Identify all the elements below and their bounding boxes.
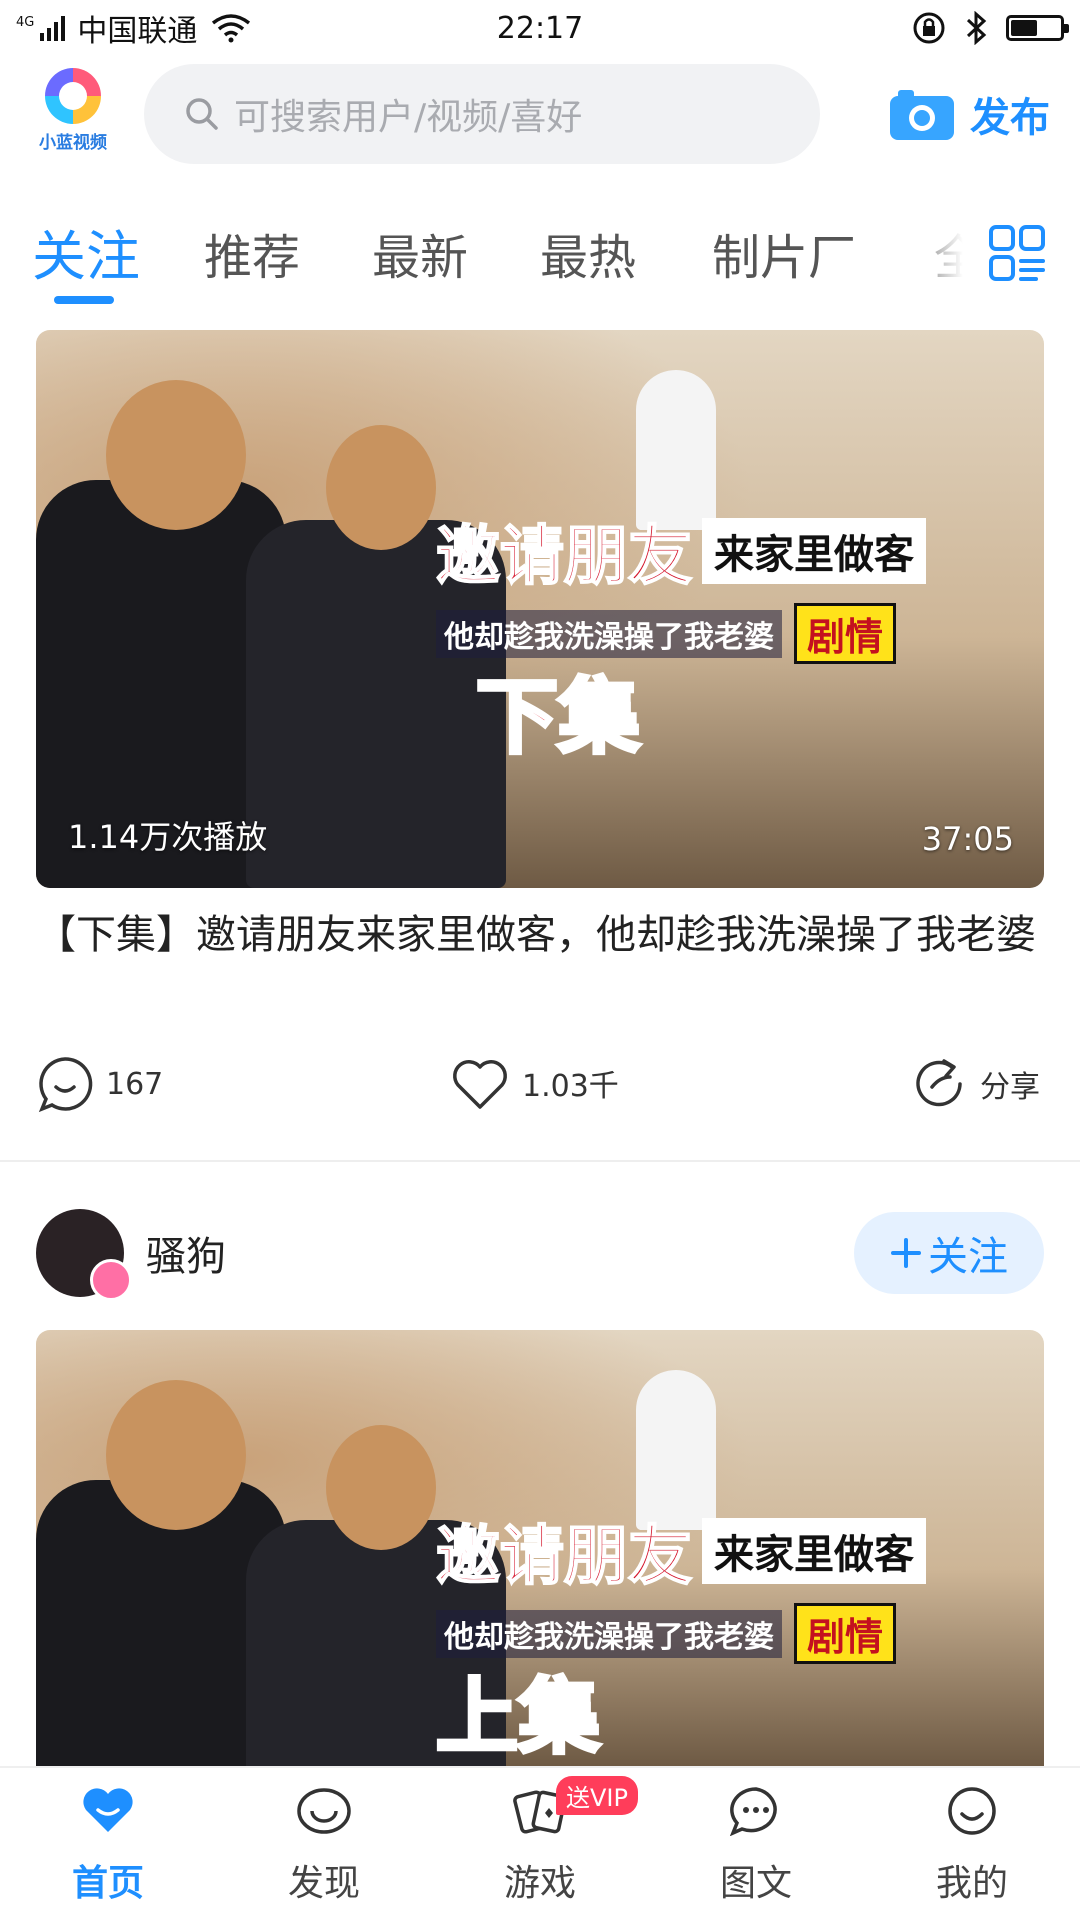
banner-title-box: 来家里做客 bbox=[702, 1518, 926, 1584]
banner-part: 上集 bbox=[434, 1668, 602, 1766]
status-right bbox=[912, 11, 1069, 45]
nav-home[interactable]: 首页 bbox=[38, 1786, 178, 1906]
smile-icon bbox=[948, 1787, 996, 1835]
card-divider bbox=[0, 1160, 1080, 1162]
app-logo[interactable]: 小蓝视频 bbox=[30, 68, 116, 160]
active-tab-indicator bbox=[54, 296, 114, 304]
search-icon bbox=[186, 98, 218, 130]
bottom-nav: 首页 发现 送VIP 游戏 图文 我的 bbox=[0, 1766, 1080, 1920]
plus-icon bbox=[891, 1238, 921, 1268]
rotation-lock-icon bbox=[913, 12, 945, 44]
like-button[interactable]: 1.03千 bbox=[450, 1055, 619, 1111]
video-thumbnail[interactable]: 邀请朋友 来家里做客 他却趁我洗澡操了我老婆 剧情 下集 1.14万次播放 37… bbox=[36, 330, 1044, 888]
nav-label: 发现 bbox=[287, 1863, 360, 1904]
search-input[interactable]: 可搜索用户/视频/喜好 bbox=[144, 64, 820, 164]
home-heart-icon bbox=[83, 1788, 133, 1832]
follow-button[interactable]: 关注 bbox=[854, 1212, 1044, 1294]
wifi-icon bbox=[212, 14, 251, 43]
camera-icon bbox=[890, 90, 954, 140]
nav-posts[interactable]: 图文 bbox=[686, 1786, 826, 1906]
author-row: 骚狗 关注 bbox=[36, 1208, 1044, 1301]
comment-button[interactable]: 167 bbox=[36, 1055, 163, 1113]
tab-studio[interactable]: 制片厂 bbox=[712, 218, 856, 288]
author-name[interactable]: 骚狗 bbox=[146, 1224, 226, 1282]
vip-badge: 送VIP bbox=[556, 1776, 638, 1815]
banner-title-box: 来家里做客 bbox=[702, 518, 926, 584]
signal-icon bbox=[40, 15, 66, 41]
banner-part: 下集 bbox=[474, 668, 642, 767]
thumbnail-figure bbox=[106, 380, 246, 530]
avatar[interactable] bbox=[36, 1209, 132, 1301]
avatar-badge-icon bbox=[90, 1259, 132, 1301]
thumbnail-banner: 邀请朋友 来家里做客 他却趁我洗澡操了我老婆 剧情 bbox=[435, 1505, 1036, 1664]
search-placeholder: 可搜索用户/视频/喜好 bbox=[234, 97, 583, 138]
tab-fade bbox=[900, 208, 990, 308]
heart-icon bbox=[453, 1060, 507, 1109]
share-button[interactable]: 分享 bbox=[910, 1055, 1040, 1113]
banner-title: 邀请朋友 bbox=[435, 1519, 693, 1595]
thumbnail-figure bbox=[326, 425, 436, 550]
video-duration: 37:05 bbox=[921, 820, 1014, 858]
thumbnail-figure bbox=[326, 1425, 436, 1550]
battery-icon bbox=[1006, 15, 1069, 41]
header: 小蓝视频 可搜索用户/视频/喜好 发布 bbox=[0, 62, 1080, 166]
carrier-name: 中国联通 bbox=[77, 14, 198, 49]
thumbnail-figure bbox=[106, 1380, 246, 1530]
tab-following[interactable]: 关注 bbox=[32, 212, 140, 291]
thumbnail-banner: 邀请朋友 来家里做客 他却趁我洗澡操了我老婆 剧情 bbox=[435, 505, 1036, 664]
nav-discover[interactable]: 发现 bbox=[254, 1786, 394, 1906]
tab-recommended[interactable]: 推荐 bbox=[204, 218, 300, 288]
share-icon bbox=[916, 1059, 962, 1107]
follow-label: 关注 bbox=[928, 1234, 1008, 1280]
video-title[interactable]: 【下集】邀请朋友来家里做客，他却趁我洗澡操了我老婆 bbox=[36, 908, 1046, 962]
banner-tag: 剧情 bbox=[794, 1603, 897, 1664]
nav-games[interactable]: 送VIP 游戏 bbox=[470, 1776, 638, 1906]
logo-icon bbox=[45, 68, 101, 124]
share-label: 分享 bbox=[980, 1070, 1040, 1105]
chat-bubble-icon bbox=[729, 1787, 777, 1836]
like-count: 1.03千 bbox=[522, 1069, 619, 1104]
battery-level bbox=[1011, 20, 1038, 36]
eye-icon bbox=[297, 1788, 351, 1834]
play-count: 1.14万次播放 bbox=[68, 818, 268, 856]
grid-menu-icon[interactable] bbox=[988, 224, 1046, 282]
nav-label: 首页 bbox=[71, 1863, 144, 1904]
nav-profile[interactable]: 我的 bbox=[902, 1786, 1042, 1906]
banner-title: 邀请朋友 bbox=[435, 519, 693, 595]
status-left: 4G 中国联通 bbox=[16, 6, 251, 50]
video-actions: 167 1.03千 分享 bbox=[36, 1055, 1044, 1119]
nav-label: 图文 bbox=[719, 1863, 792, 1904]
publish-button[interactable]: 发布 bbox=[888, 85, 1050, 143]
tab-hottest[interactable]: 最热 bbox=[540, 218, 636, 288]
tab-latest[interactable]: 最新 bbox=[372, 218, 468, 288]
logo-text: 小蓝视频 bbox=[39, 133, 107, 153]
publish-label: 发布 bbox=[970, 95, 1050, 141]
nav-label: 游戏 bbox=[503, 1863, 576, 1904]
nav-label: 我的 bbox=[935, 1863, 1008, 1904]
network-type: 4G bbox=[16, 15, 35, 30]
banner-tag: 剧情 bbox=[794, 603, 897, 664]
comment-count: 167 bbox=[106, 1066, 164, 1102]
bluetooth-icon bbox=[966, 11, 987, 45]
status-bar: 4G 中国联通 22:17 bbox=[0, 0, 1080, 56]
video-thumbnail[interactable]: 邀请朋友 来家里做客 他却趁我洗澡操了我老婆 剧情 上集 bbox=[36, 1330, 1044, 1766]
category-tabs: 关注 推荐 最新 最热 制片厂 全 bbox=[0, 208, 1080, 308]
comment-icon bbox=[38, 1057, 93, 1113]
